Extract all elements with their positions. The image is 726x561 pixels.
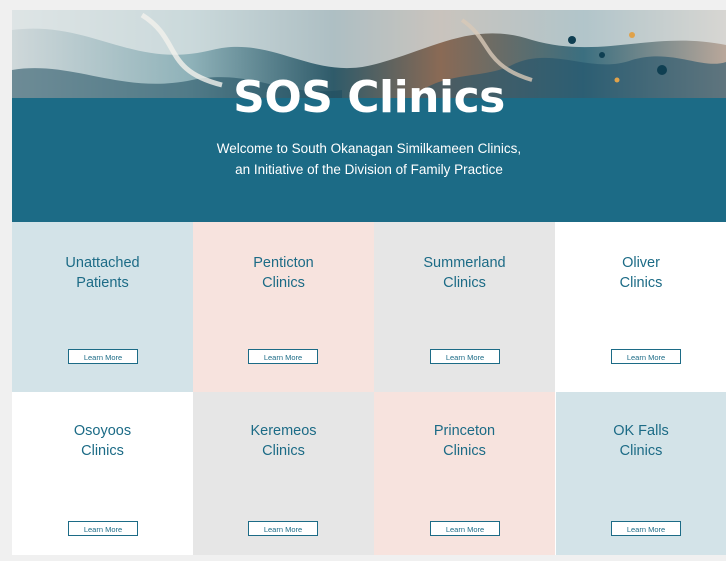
tile-title-line2: Patients [76, 275, 129, 291]
tile-title: Summerland Clinics [374, 253, 555, 293]
tile-keremeos-clinics[interactable]: Keremeos Clinics Learn More [193, 392, 374, 555]
tile-unattached-patients[interactable]: Unattached Patients Learn More [12, 222, 193, 392]
tile-princeton-clinics[interactable]: Princeton Clinics Learn More [374, 392, 555, 555]
tile-penticton-clinics[interactable]: Penticton Clinics Learn More [193, 222, 374, 392]
tile-osoyoos-clinics[interactable]: Osoyoos Clinics Learn More [12, 392, 193, 555]
tile-title-line1: Osoyoos [73, 423, 132, 439]
tile-title: Keremeos Clinics [193, 421, 374, 461]
subtitle-line-2: an Initiative of the Division of Family … [235, 162, 503, 177]
tile-title: Penticton Clinics [193, 253, 374, 293]
site-subtitle: Welcome to South Okanagan Similkameen Cl… [12, 138, 726, 180]
learn-more-button[interactable]: Learn More [248, 349, 318, 364]
learn-more-button[interactable]: Learn More [430, 349, 500, 364]
tile-title-line1: Summerland [423, 255, 506, 271]
tile-title: OK Falls Clinics [556, 421, 726, 461]
learn-more-button[interactable]: Learn More [68, 349, 138, 364]
tile-title: Osoyoos Clinics [12, 421, 193, 461]
tile-title-line2: Clinics [443, 443, 486, 459]
learn-more-button[interactable]: Learn More [248, 521, 318, 536]
tile-title-line2: Clinics [81, 443, 124, 459]
tile-ok-falls-clinics[interactable]: OK Falls Clinics Learn More [556, 392, 726, 555]
tile-title-line1: Keremeos [250, 423, 317, 439]
learn-more-button[interactable]: Learn More [611, 349, 681, 364]
tile-oliver-clinics[interactable]: Oliver Clinics Learn More [556, 222, 726, 392]
tile-title-line1: Oliver [622, 255, 660, 271]
clinic-grid: Unattached Patients Learn More Penticton… [12, 222, 726, 555]
tile-title: Princeton Clinics [374, 421, 555, 461]
tile-title: Oliver Clinics [556, 253, 726, 293]
page: SOS Clinics Welcome to South Okanagan Si… [12, 10, 726, 555]
subtitle-line-1: Welcome to South Okanagan Similkameen Cl… [216, 141, 522, 156]
tile-title-line1: Princeton [433, 423, 496, 439]
tile-title-line2: Clinics [619, 275, 663, 291]
tile-title-line2: Clinics [443, 275, 486, 291]
tile-title-line2: Clinics [262, 443, 305, 459]
tile-title: Unattached Patients [12, 253, 193, 293]
tile-title-line1: Unattached [65, 255, 140, 271]
learn-more-button[interactable]: Learn More [430, 521, 500, 536]
tile-title-line1: OK Falls [613, 423, 669, 439]
tile-title-line2: Clinics [262, 275, 305, 291]
tile-title-line2: Clinics [619, 443, 663, 459]
tile-summerland-clinics[interactable]: Summerland Clinics Learn More [374, 222, 555, 392]
hero-banner: SOS Clinics Welcome to South Okanagan Si… [12, 10, 726, 222]
learn-more-button[interactable]: Learn More [68, 521, 138, 536]
site-title: SOS Clinics [233, 72, 505, 123]
tile-title-line1: Penticton [253, 255, 314, 271]
learn-more-button[interactable]: Learn More [611, 521, 681, 536]
